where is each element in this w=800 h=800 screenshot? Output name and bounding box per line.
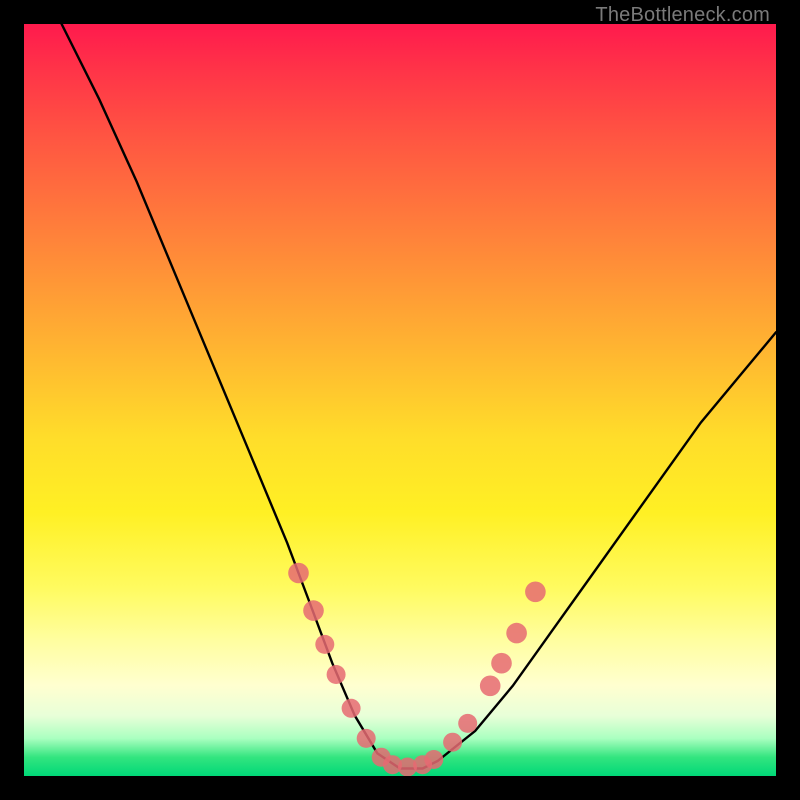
- chart-marker: [372, 748, 391, 767]
- chart-marker: [383, 755, 402, 774]
- chart-marker: [480, 676, 501, 697]
- chart-marker: [288, 563, 309, 584]
- chart-svg: [24, 24, 776, 776]
- chart-marker: [398, 758, 417, 777]
- chart-marker: [491, 653, 512, 674]
- chart-marker: [443, 733, 462, 752]
- chart-marker: [315, 635, 334, 654]
- chart-marker: [458, 714, 477, 733]
- chart-marker: [327, 665, 346, 684]
- chart-plot-area: [24, 24, 776, 776]
- chart-marker: [342, 699, 361, 718]
- bottleneck-curve: [62, 24, 776, 769]
- chart-marker: [303, 600, 324, 621]
- chart-marker: [413, 755, 432, 774]
- chart-marker: [506, 623, 527, 644]
- chart-marker: [424, 750, 443, 769]
- chart-markers: [288, 563, 546, 776]
- watermark-text: TheBottleneck.com: [595, 4, 770, 27]
- chart-marker: [525, 582, 546, 603]
- chart-marker: [357, 729, 376, 748]
